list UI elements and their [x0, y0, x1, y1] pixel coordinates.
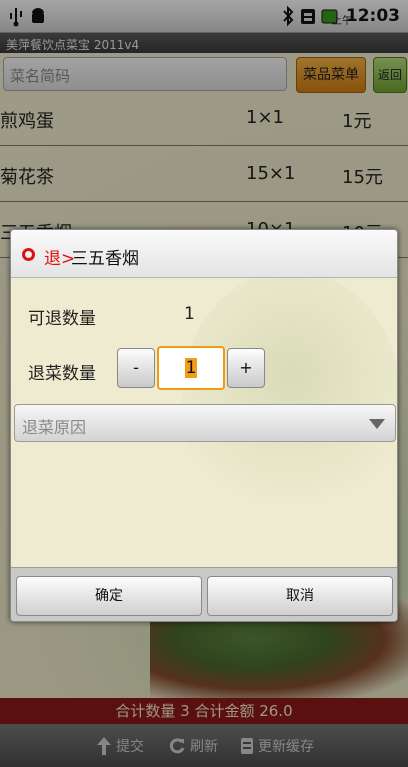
returnable-qty-label: 可退数量	[28, 309, 96, 329]
ring-icon	[22, 248, 35, 261]
return-reason-select[interactable]: 退菜原因	[14, 404, 396, 442]
return-reason-placeholder: 退菜原因	[22, 418, 87, 437]
dialog-footer: 确定 取消	[11, 567, 397, 621]
return-qty-value: 1	[184, 358, 198, 378]
dropdown-arrow-icon	[369, 419, 385, 429]
return-qty-input[interactable]: 1	[157, 346, 225, 390]
return-dish-dialog: 退> 三五香烟 可退数量 1 退菜数量 - 1 + 退菜原因 确定 取消	[10, 229, 398, 622]
decrement-button[interactable]: -	[117, 348, 155, 388]
increment-button[interactable]: +	[227, 348, 265, 388]
cancel-button[interactable]: 取消	[207, 576, 393, 616]
decorative-cloud	[181, 270, 397, 530]
dialog-title: 三五香烟	[71, 249, 139, 269]
return-qty-label: 退菜数量	[28, 364, 96, 384]
returnable-qty-value: 1	[184, 304, 195, 324]
dialog-header: 退> 三五香烟	[11, 230, 397, 278]
confirm-button[interactable]: 确定	[16, 576, 202, 616]
